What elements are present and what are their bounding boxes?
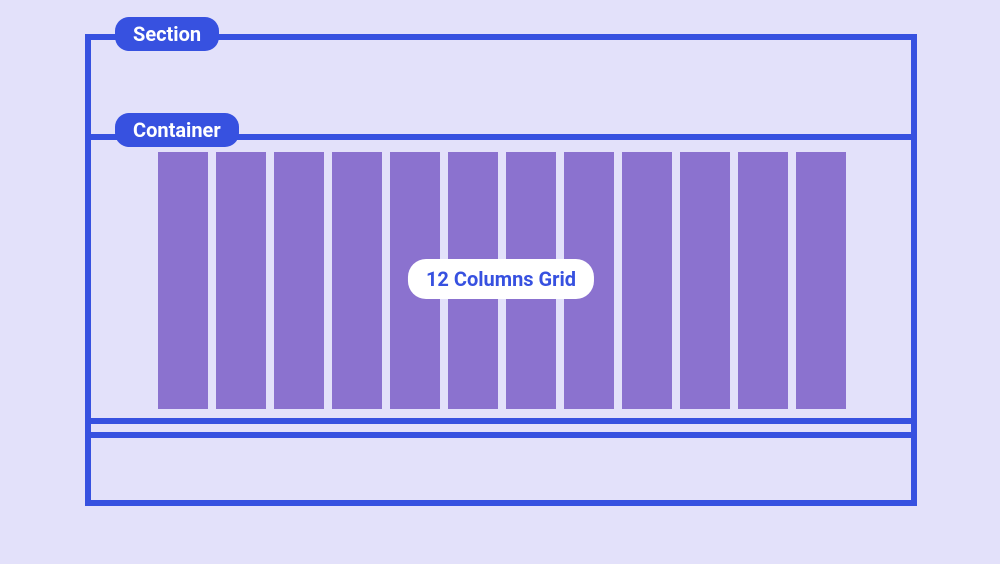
- grid-column: [680, 152, 730, 409]
- section-bottom-band: [85, 432, 917, 506]
- grid-column: [274, 152, 324, 409]
- grid-column: [332, 152, 382, 409]
- container-label-pill: Container: [115, 113, 239, 147]
- grid-column: [216, 152, 266, 409]
- grid-column: [796, 152, 846, 409]
- container-label-text: Container: [133, 118, 221, 142]
- section-label-text: Section: [133, 22, 201, 46]
- grid-label-pill: 12 Columns Grid: [408, 259, 594, 299]
- grid-column: [622, 152, 672, 409]
- section-label-pill: Section: [115, 17, 219, 51]
- grid-label-text: 12 Columns Grid: [426, 267, 576, 291]
- grid-column: [158, 152, 208, 409]
- grid-column: [738, 152, 788, 409]
